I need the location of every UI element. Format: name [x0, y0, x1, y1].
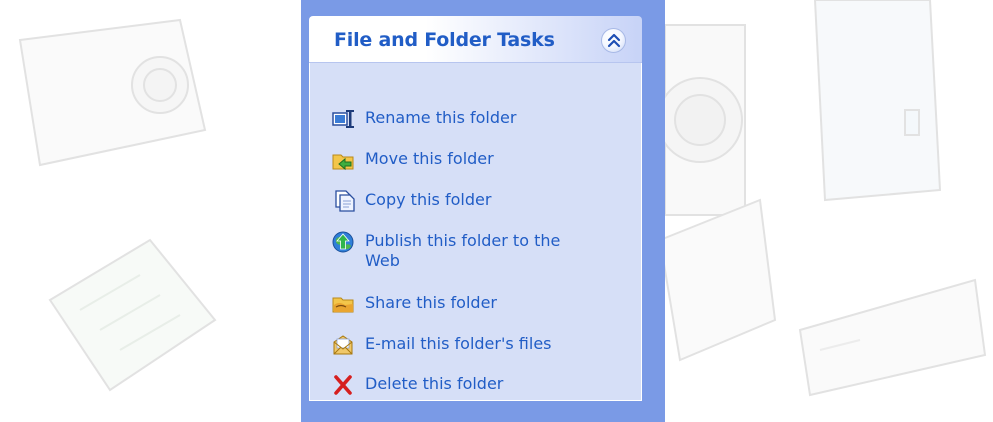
task-delete-folder[interactable]: Delete this folder: [331, 374, 503, 397]
tower-pc-watermark-icon: [813, 0, 942, 202]
task-publish-folder[interactable]: Publish this folder to the Web: [331, 231, 585, 271]
task-rename-folder[interactable]: Rename this folder: [331, 108, 516, 131]
rename-icon: [332, 110, 354, 128]
task-email-files[interactable]: E-mail this folder's files: [331, 334, 552, 357]
share-folder-icon: [332, 297, 354, 313]
camera-watermark-icon: [18, 18, 207, 167]
panel-header[interactable]: File and Folder Tasks: [309, 16, 642, 63]
task-label: Copy this folder: [365, 190, 492, 209]
task-copy-folder[interactable]: Copy this folder: [331, 190, 491, 213]
copy-icon: [335, 190, 355, 212]
panel-title: File and Folder Tasks: [334, 29, 555, 51]
task-label: Share this folder: [365, 293, 497, 312]
publish-web-icon: [332, 231, 354, 253]
panel-body: Rename this folder Move this folder Copy…: [309, 63, 642, 401]
circuit-board-watermark-icon: [48, 238, 217, 392]
task-label: Rename this folder: [365, 108, 517, 127]
delete-icon: [334, 375, 352, 395]
task-move-folder[interactable]: Move this folder: [331, 149, 494, 172]
task-label: Delete this folder: [365, 374, 504, 393]
task-label: Move this folder: [365, 149, 494, 168]
drive-watermark-icon: [798, 278, 987, 397]
move-folder-icon: [332, 154, 354, 171]
double-chevron-up-icon: [607, 33, 621, 48]
file-folder-tasks-panel: File and Folder Tasks Rename this folder: [309, 16, 642, 401]
device-watermark-icon: [658, 198, 777, 362]
email-icon: [333, 335, 353, 355]
task-label: Publish this folder to the Web: [365, 231, 561, 270]
lens-watermark-icon: [657, 24, 746, 216]
task-share-folder[interactable]: Share this folder: [331, 293, 497, 316]
collapse-button[interactable]: [601, 28, 626, 53]
task-label: E-mail this folder's files: [365, 334, 552, 353]
